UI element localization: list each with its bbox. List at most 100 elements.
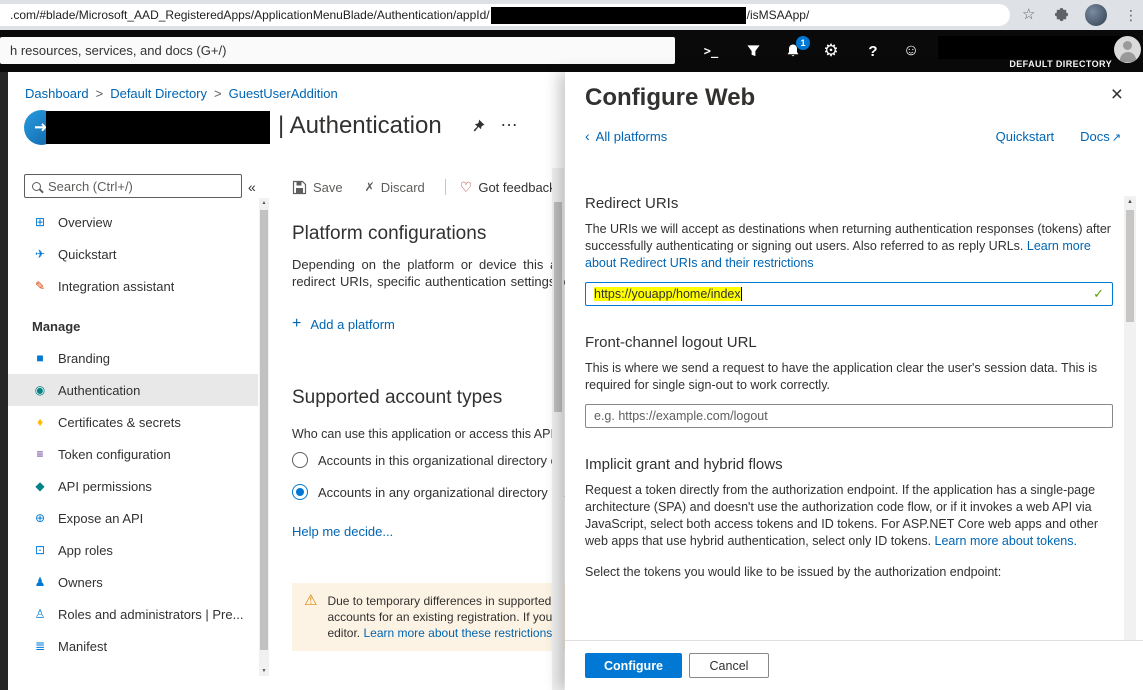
sidebar-item-api-permissions[interactable]: ◆ API permissions [8, 470, 258, 502]
authentication-icon: ◉ [32, 383, 48, 397]
panel-body: Redirect URIs The URIs we will accept as… [585, 195, 1113, 591]
scrollbar-thumb[interactable] [554, 202, 562, 412]
sidebar-item-branding[interactable]: ■ Branding [8, 342, 258, 374]
page-title: | Authentication [278, 112, 442, 140]
sidebar-search[interactable] [24, 174, 242, 198]
directory-label: DEFAULT DIRECTORY [1009, 59, 1112, 69]
panel-nav-row: ‹ All platforms Quickstart Docs↗ [585, 128, 1121, 144]
scroll-down-icon[interactable]: ▼ [259, 666, 269, 676]
sidebar-item-quickstart[interactable]: ✈ Quickstart [8, 238, 258, 270]
browser-menu-icon[interactable]: ⋮ [1124, 6, 1138, 24]
add-platform-button[interactable]: + Add a platform [292, 315, 395, 333]
radio-option-single-tenant[interactable]: Accounts in this organizational director… [292, 452, 558, 468]
breadcrumb-app[interactable]: GuestUserAddition [229, 86, 338, 101]
sidebar-item-certificates-secrets[interactable]: ♦ Certificates & secrets [8, 406, 258, 438]
address-bar[interactable]: .com/#blade/Microsoft_AAD_RegisteredApps… [0, 4, 1010, 26]
radio-label: Accounts in this organizational director… [318, 453, 558, 468]
sidebar-item-manifest[interactable]: ≣ Manifest [8, 630, 258, 662]
scrollbar-thumb[interactable] [1126, 210, 1134, 322]
quickstart-link[interactable]: Quickstart [996, 129, 1055, 144]
breadcrumb: Dashboard>Default Directory>GuestUserAdd… [25, 86, 338, 101]
tokens-learn-more-link[interactable]: Learn more about tokens. [935, 534, 1077, 548]
sidebar-item-label: Quickstart [58, 247, 117, 262]
manifest-icon: ≣ [32, 639, 48, 653]
extensions-puzzle-icon[interactable] [1054, 7, 1069, 27]
scroll-up-icon[interactable]: ▲ [259, 198, 269, 208]
warning-line1: Due to temporary differences in supporte… [327, 594, 551, 608]
global-search-input[interactable] [0, 37, 675, 64]
sidebar-item-label: Authentication [58, 383, 140, 398]
text-cursor [741, 287, 742, 301]
breadcrumb-dashboard[interactable]: Dashboard [25, 86, 89, 101]
feedback-smiley-icon[interactable]: ☺ [896, 36, 926, 66]
sidebar-item-label: Overview [58, 215, 112, 230]
radio-unselected-icon[interactable] [292, 452, 308, 468]
redaction-bar [491, 7, 746, 24]
breadcrumb-directory[interactable]: Default Directory [110, 86, 207, 101]
pin-icon[interactable] [470, 118, 488, 136]
url-text-suffix: /isMSAApp/ [747, 8, 810, 22]
window-edge-strip [0, 72, 8, 690]
key-icon: ♦ [32, 415, 48, 429]
warning-line3-prefix: editor. [327, 626, 363, 640]
roles-administrators-icon: ♙ [32, 607, 48, 621]
radio-option-multitenant[interactable]: Accounts in any organizational directory… [292, 484, 564, 500]
settings-gear-icon[interactable]: ⚙ [816, 36, 846, 66]
save-button[interactable]: Save [292, 180, 343, 195]
browser-profile-avatar[interactable] [1085, 4, 1107, 26]
integration-assistant-icon: ✎ [32, 279, 48, 293]
sidebar-item-authentication[interactable]: ◉ Authentication [8, 374, 258, 406]
sidebar-nav: ⊞ Overview ✈ Quickstart ✎ Integration as… [8, 206, 258, 662]
sidebar-group-manage: Manage [8, 302, 258, 342]
redaction-bar [938, 36, 1128, 59]
sidebar-item-app-roles[interactable]: ⊡ App roles [8, 534, 258, 566]
url-text-prefix: .com/#blade/Microsoft_AAD_RegisteredApps… [10, 8, 490, 22]
sidebar-scrollbar[interactable]: ▲ ▼ [259, 198, 269, 676]
token-list-icon: ≡ [32, 447, 48, 461]
redirect-uri-input[interactable]: https://youapp/home/index ✓ [585, 282, 1113, 306]
scrollbar-thumb[interactable] [260, 210, 268, 650]
all-platforms-back-link[interactable]: ‹ All platforms [585, 128, 667, 144]
directory-filter-icon[interactable] [738, 36, 768, 66]
feedback-button[interactable]: ♡ Got feedback [460, 179, 556, 196]
breadcrumb-separator: > [214, 86, 222, 101]
sidebar-search-input[interactable] [48, 179, 218, 194]
help-icon[interactable]: ? [858, 36, 888, 66]
sidebar-item-label: Branding [58, 351, 110, 366]
docs-link[interactable]: Docs↗ [1080, 129, 1121, 144]
screen: .com/#blade/Microsoft_AAD_RegisteredApps… [0, 0, 1143, 690]
scroll-up-icon[interactable]: ▲ [1124, 196, 1136, 208]
sidebar-item-roles-administrators[interactable]: ♙ Roles and administrators | Pre... [8, 598, 258, 630]
cloud-shell-icon[interactable]: >_ [696, 36, 726, 66]
implicit-grant-desc: Request a token directly from the author… [585, 482, 1113, 550]
sidebar-item-token-configuration[interactable]: ≡ Token configuration [8, 438, 258, 470]
discard-button[interactable]: ✗ Discard [365, 180, 425, 195]
plus-icon: + [292, 315, 301, 333]
notifications-bell-icon[interactable]: 1 [778, 36, 808, 66]
expose-api-icon: ⊕ [32, 511, 48, 525]
logout-url-input[interactable] [585, 404, 1113, 428]
panel-footer: Configure Cancel [565, 640, 1143, 690]
sidebar-item-integration-assistant[interactable]: ✎ Integration assistant [8, 270, 258, 302]
sidebar-item-expose-api[interactable]: ⊕ Expose an API [8, 502, 258, 534]
add-platform-label: Add a platform [310, 317, 395, 332]
sidebar-item-overview[interactable]: ⊞ Overview [8, 206, 258, 238]
cancel-button[interactable]: Cancel [689, 653, 769, 678]
collapse-sidebar-icon[interactable]: « [248, 179, 256, 195]
close-icon[interactable]: × [1111, 84, 1123, 105]
radio-selected-icon[interactable] [292, 484, 308, 500]
bookmark-star-icon[interactable]: ☆ [1022, 6, 1035, 24]
configure-button[interactable]: Configure [585, 653, 682, 678]
sidebar-item-owners[interactable]: ♟ Owners [8, 566, 258, 598]
restrictions-learn-more-link[interactable]: Learn more about these restrictions. [363, 626, 555, 640]
blade-scrollbar[interactable] [552, 168, 564, 690]
help-me-decide-link[interactable]: Help me decide... [292, 524, 393, 539]
chevron-left-icon: ‹ [585, 128, 590, 144]
panel-scrollbar[interactable]: ▲ ▼ [1124, 196, 1136, 690]
logout-url-desc: This is where we send a request to have … [585, 360, 1113, 394]
owners-icon: ♟ [32, 575, 48, 589]
more-options-icon[interactable]: … [500, 110, 519, 131]
toolbar-divider [445, 179, 446, 195]
radio-label: Accounts in any organizational directory… [318, 485, 564, 500]
account-avatar[interactable] [1114, 36, 1141, 63]
